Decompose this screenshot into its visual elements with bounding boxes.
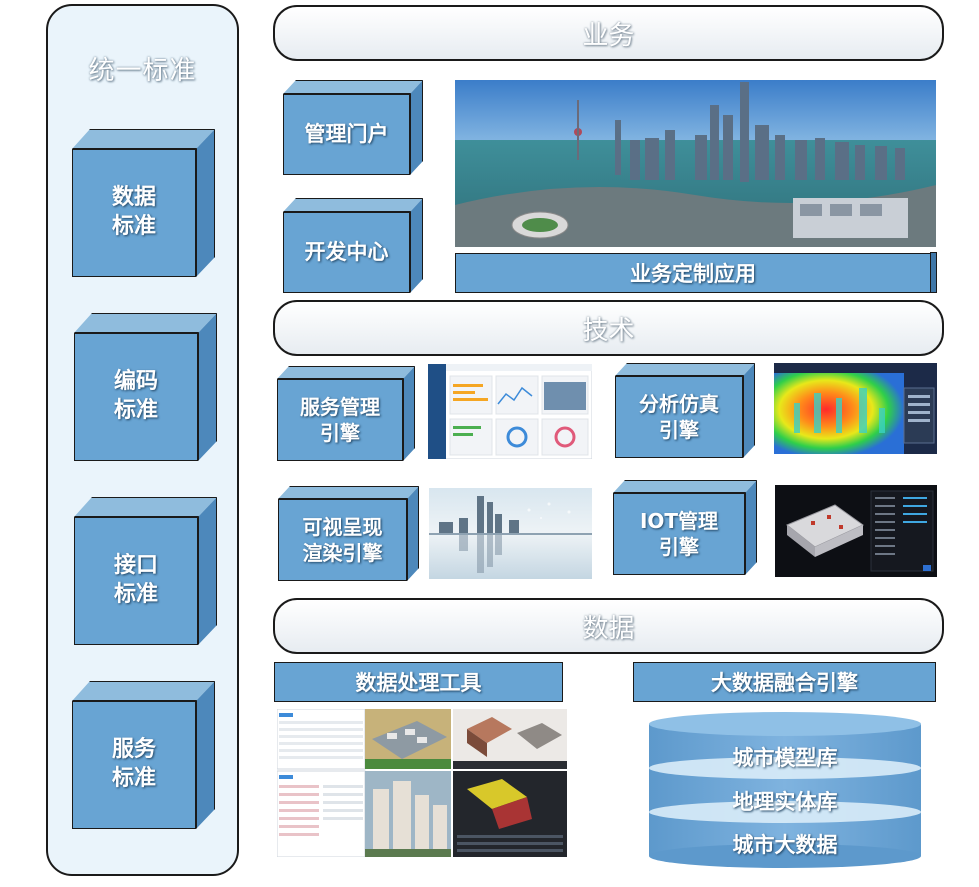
data-tools-slab[interactable]: 数据处理工具 (274, 662, 563, 702)
analysis-engine-line2: 引擎 (659, 418, 699, 442)
render-engine-box[interactable]: 可视呈现 渲染引擎 (278, 486, 419, 581)
code-standard-line2: 标准 (113, 398, 158, 423)
render-engine-line2: 渲染引擎 (302, 541, 383, 565)
data-layer-bar: 数据 (273, 598, 944, 654)
skyline-reflection-image (429, 488, 592, 579)
technology-layer-bar: 技术 (273, 300, 944, 356)
analysis-engine-line1: 分析仿真 (639, 392, 719, 416)
data-standard-line1: 数据 (111, 185, 156, 211)
db-city-bigdata: 城市大数据 (732, 833, 838, 857)
service-standard-line2: 标准 (111, 766, 156, 791)
data-layer-title: 数据 (582, 613, 635, 644)
bigdata-fusion-label: 大数据融合引擎 (711, 671, 858, 695)
code-standard-line1: 编码 (113, 369, 158, 395)
interface-standard-line2: 标准 (113, 582, 158, 607)
service-engine-box[interactable]: 服务管理 引擎 (277, 366, 415, 461)
heatmap-simulation-image (774, 363, 937, 454)
data-standard-line2: 标准 (111, 214, 156, 239)
dev-center-label: 开发中心 (304, 239, 389, 264)
custom-app-slab-edge (930, 252, 937, 293)
management-portal-label: 管理门户 (304, 121, 389, 146)
custom-app-slab[interactable]: 业务定制应用 (455, 253, 931, 293)
service-standard-box[interactable]: 服务 标准 (72, 681, 215, 829)
business-layer-title: 业务 (582, 20, 635, 51)
dashboard-screenshot (428, 364, 592, 459)
data-tools-collage (277, 709, 567, 857)
interface-standard-box[interactable]: 接口 标准 (74, 497, 217, 645)
service-engine-line1: 服务管理 (300, 395, 380, 419)
standards-title: 统一标准 (88, 56, 197, 86)
custom-app-label: 业务定制应用 (630, 262, 756, 286)
management-portal-box[interactable]: 管理门户 (283, 80, 423, 175)
city-aerial-image (455, 80, 936, 247)
business-layer-bar: 业务 (273, 5, 944, 61)
interface-standard-line1: 接口 (113, 553, 158, 579)
dev-center-box[interactable]: 开发中心 (283, 198, 423, 293)
iot-engine-line2: 引擎 (659, 535, 699, 559)
iot-engine-box[interactable]: IOT管理 引擎 (613, 480, 757, 575)
technology-layer-title: 技术 (582, 315, 635, 346)
service-engine-line2: 引擎 (320, 421, 360, 445)
render-engine-line1: 可视呈现 (302, 515, 383, 539)
data-standard-box[interactable]: 数据 标准 (72, 129, 215, 277)
code-standard-box[interactable]: 编码 标准 (74, 313, 217, 461)
bigdata-fusion-slab[interactable]: 大数据融合引擎 (633, 662, 936, 702)
db-city-model: 城市模型库 (732, 746, 838, 770)
db-geo-entity: 地理实体库 (732, 790, 838, 814)
data-tools-label: 数据处理工具 (355, 671, 482, 695)
iot-engine-line1: IOT管理 (639, 509, 719, 533)
service-standard-line1: 服务 (111, 737, 156, 763)
iot-building-model-image (775, 485, 937, 577)
analysis-engine-box[interactable]: 分析仿真 引擎 (615, 363, 755, 458)
